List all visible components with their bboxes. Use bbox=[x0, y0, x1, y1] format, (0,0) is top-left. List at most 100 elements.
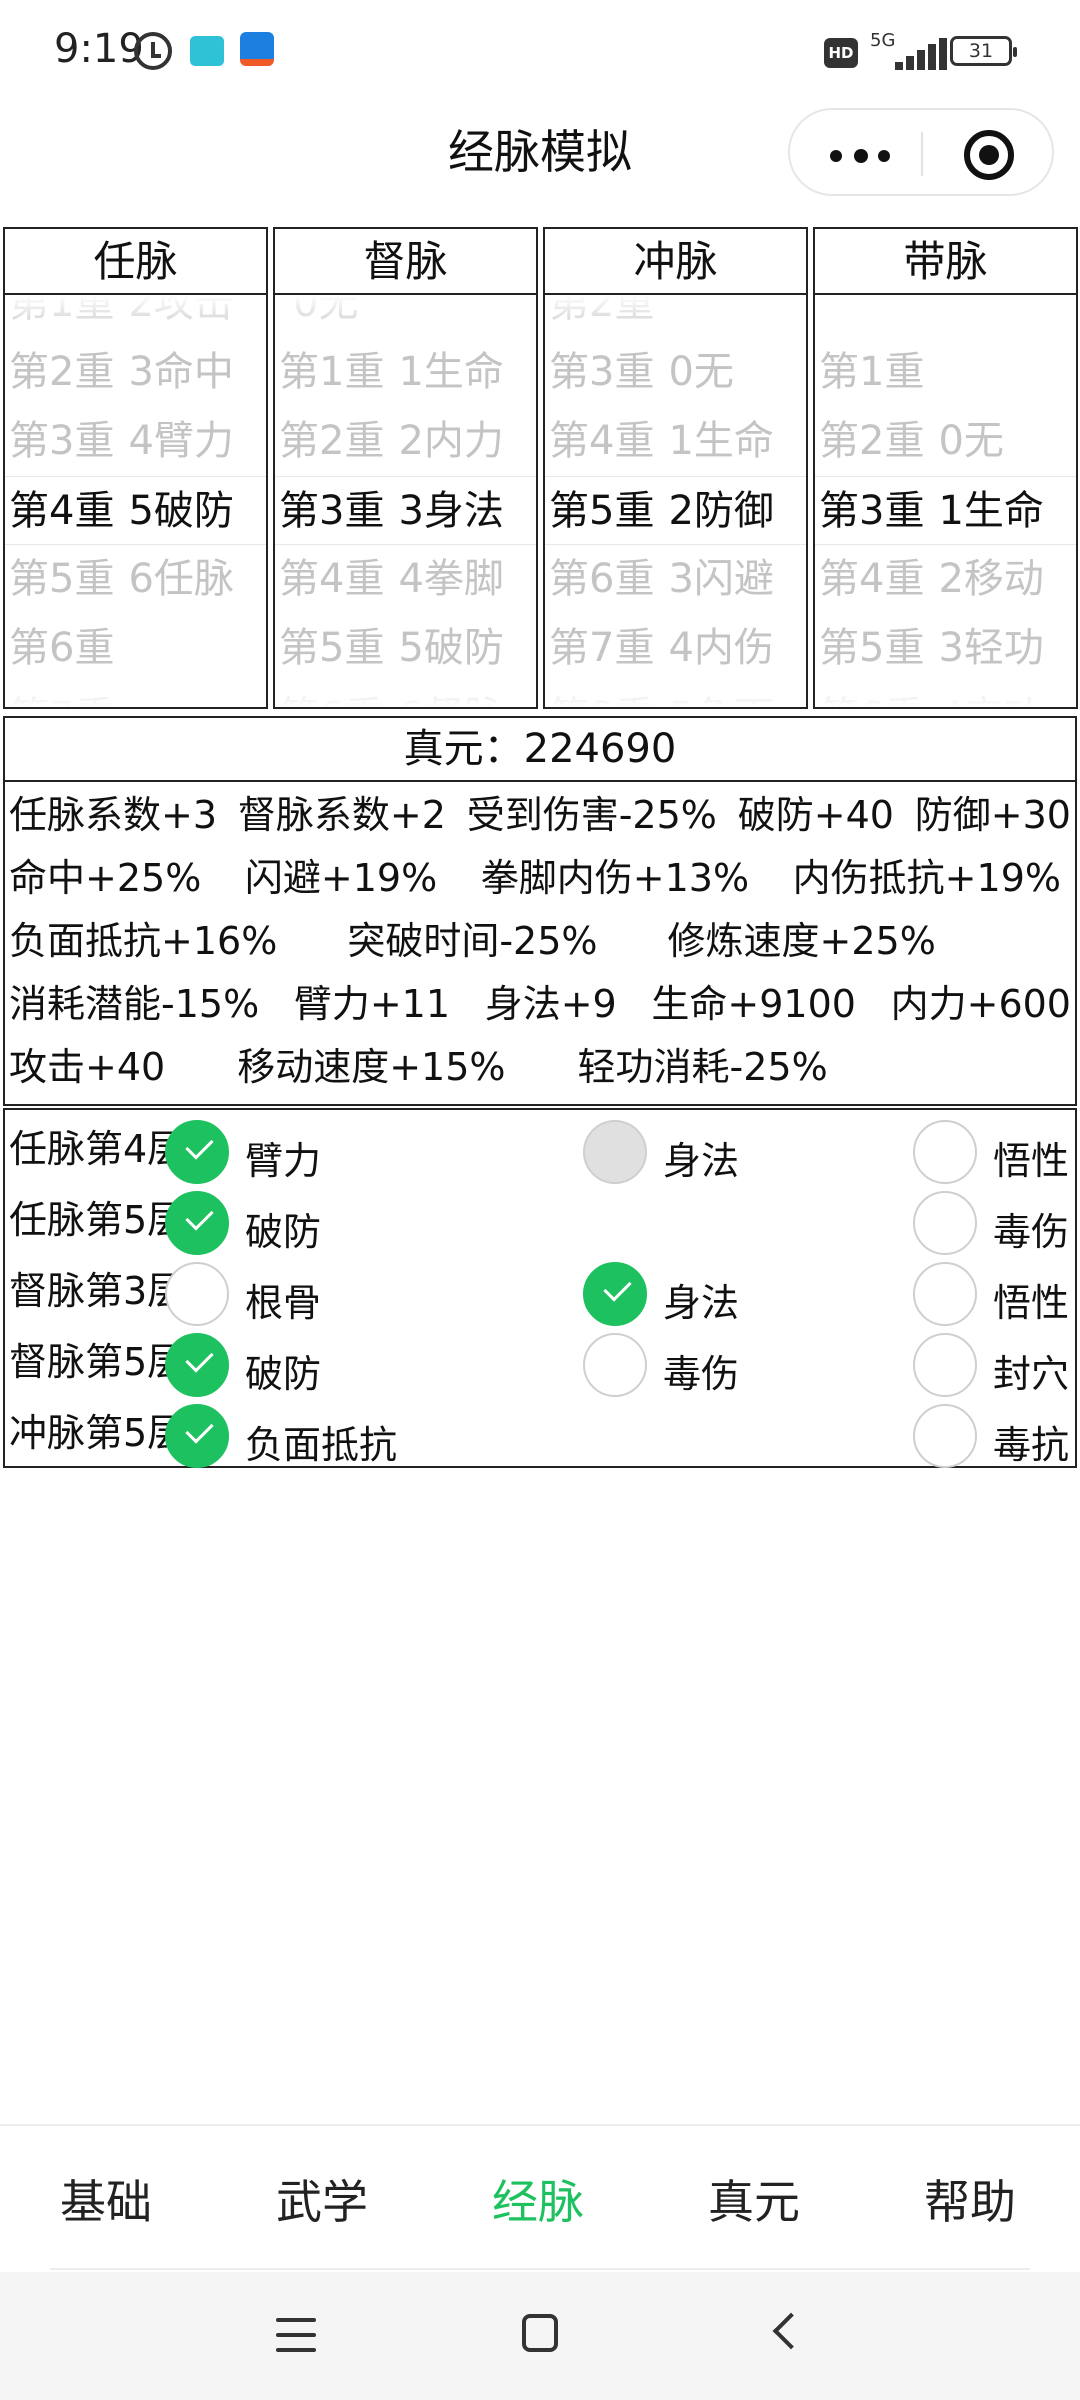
row-value: 5破防 bbox=[398, 625, 504, 671]
tab-item[interactable]: 武学 bbox=[276, 2166, 368, 2232]
clock: 9:19 bbox=[54, 26, 144, 72]
picker-row[interactable]: 第4重 2移动 bbox=[815, 545, 1076, 614]
picker-title: 任脉 bbox=[5, 229, 266, 295]
checked-circle-icon[interactable] bbox=[165, 1120, 229, 1184]
option-choice-label: 身法 bbox=[663, 1139, 740, 1183]
picker-row[interactable]: 第6重 3闪避 bbox=[545, 545, 806, 614]
picker-title: 冲脉 bbox=[545, 229, 806, 295]
option-row: 督脉第5层： 破防 毒伤 封穴 bbox=[5, 1325, 1075, 1397]
option-row: 任脉第5层： 破防 毒伤 bbox=[5, 1183, 1075, 1255]
bottom-tab-bar: 基础 武学 经脉 真元 帮助 bbox=[0, 2124, 1080, 2272]
row-value: 0无 bbox=[938, 418, 1004, 464]
message-app-icon bbox=[190, 36, 224, 66]
picker-row[interactable]: 第2重 2内力 bbox=[275, 407, 536, 476]
more-icon[interactable] bbox=[830, 149, 890, 163]
unchecked-circle-icon[interactable] bbox=[913, 1262, 977, 1326]
picker-row[interactable]: 第3重 4臂力 bbox=[5, 407, 266, 476]
picker-row[interactable]: 第3重 1生命 bbox=[815, 476, 1076, 545]
picker-renmai[interactable]: 任脉 第1重2攻击第2重3命中第3重4臂力第4重5破防第5重6任脉第6重第7重 bbox=[3, 227, 268, 709]
stat-item: 消耗潜能-15% bbox=[9, 982, 260, 1026]
option-row: 督脉第3层： 根骨 身法 悟性 bbox=[5, 1254, 1075, 1326]
row-level: 第4重 bbox=[9, 488, 115, 534]
tab-item[interactable]: 经脉 bbox=[492, 2166, 584, 2232]
picker-row[interactable]: 第2重 0无 bbox=[815, 407, 1076, 476]
checked-circle-icon[interactable] bbox=[165, 1333, 229, 1397]
row-value: 5破防 bbox=[128, 488, 234, 534]
back-icon[interactable] bbox=[772, 2312, 810, 2350]
system-navigation-bar bbox=[0, 2272, 1080, 2400]
unchecked-circle-icon[interactable] bbox=[913, 1120, 977, 1184]
unchecked-circle-icon[interactable] bbox=[913, 1333, 977, 1397]
home-icon[interactable] bbox=[522, 2314, 558, 2352]
option-choice-label: 毒伤 bbox=[663, 1352, 740, 1396]
option-choice-label: 悟性 bbox=[993, 1281, 1070, 1325]
row-value: 2移动 bbox=[938, 556, 1044, 602]
stat-item: 移动速度+15% bbox=[237, 1045, 506, 1089]
row-value: 2内力 bbox=[398, 418, 504, 464]
row-level: 第4重 bbox=[279, 556, 385, 602]
stat-item: 内伤抵抗+19% bbox=[792, 856, 1061, 900]
picker-options[interactable]: 第1重2攻击第2重3命中第3重4臂力第4重5破防第5重6任脉第6重第7重 bbox=[5, 269, 266, 707]
row-value: 3身法 bbox=[398, 488, 504, 534]
row-value: 4臂力 bbox=[128, 418, 234, 464]
picker-options[interactable]: 第1重第2重0无第3重1生命第4重2移动第5重3轻功第6重4实功 bbox=[815, 269, 1076, 707]
stat-item: 任脉系数+3 bbox=[9, 793, 218, 837]
zhenyuan-total: 真元：224690 bbox=[5, 718, 1075, 782]
row-level: 第3重 bbox=[279, 488, 385, 534]
row-value: 1生命 bbox=[668, 418, 774, 464]
alarm-icon bbox=[134, 32, 172, 70]
stat-line: 消耗潜能-15% 臂力+11 身法+9 生命+9100 内力+600 bbox=[9, 973, 1071, 1036]
picker-row[interactable]: 第4重 5破防 bbox=[5, 476, 266, 545]
picker-row[interactable]: 第4重 4拳脚 bbox=[275, 545, 536, 614]
close-miniprogram-icon[interactable] bbox=[964, 130, 1014, 180]
picker-dumai[interactable]: 督脉 0无第1重1生命第2重2内力第3重3身法第4重4拳脚第5重5破防第6重6督… bbox=[273, 227, 538, 709]
stat-item: 命中+25% bbox=[9, 856, 202, 900]
picker-options[interactable]: 0无第1重1生命第2重2内力第3重3身法第4重4拳脚第5重5破防第6重6督脉 bbox=[275, 269, 536, 707]
picker-row[interactable]: 第5重 2防御 bbox=[545, 476, 806, 545]
row-level: 第4重 bbox=[549, 418, 655, 464]
picker-row[interactable]: 第3重 0无 bbox=[545, 338, 806, 407]
option-choice-label: 身法 bbox=[663, 1281, 740, 1325]
picker-row[interactable]: 第2重 3命中 bbox=[5, 338, 266, 407]
stat-item: 督脉系数+2 bbox=[237, 793, 446, 837]
row-value: 6任脉 bbox=[128, 556, 234, 602]
stat-item: 轻功消耗-25% bbox=[577, 1045, 828, 1089]
unchecked-circle-icon[interactable] bbox=[913, 1404, 977, 1468]
picker-daimai[interactable]: 带脉 第1重第2重0无第3重1生命第4重2移动第5重3轻功第6重4实功 bbox=[813, 227, 1078, 709]
stat-bonus-list: 任脉系数+3 督脉系数+2 受到伤害-25% 破防+40 防御+30 命中+25% 闪避+1… bbox=[5, 782, 1075, 1101]
unchecked-circle-icon[interactable] bbox=[583, 1120, 647, 1184]
picker-row[interactable]: 第4重 1生命 bbox=[545, 407, 806, 476]
unchecked-circle-icon[interactable] bbox=[165, 1262, 229, 1326]
unchecked-circle-icon[interactable] bbox=[913, 1191, 977, 1255]
stat-item: 破防+40 bbox=[737, 793, 894, 837]
picker-row[interactable]: 第5重 6任脉 bbox=[5, 545, 266, 614]
tab-item[interactable]: 基础 bbox=[60, 2166, 152, 2232]
unchecked-circle-icon[interactable] bbox=[583, 1333, 647, 1397]
picker-row[interactable]: 第1重 1生命 bbox=[275, 338, 536, 407]
stat-item: 身法+9 bbox=[484, 982, 617, 1026]
stat-item: 攻击+40 bbox=[9, 1045, 166, 1089]
checked-circle-icon[interactable] bbox=[165, 1404, 229, 1468]
row-level: 第2重 bbox=[9, 349, 115, 395]
picker-row[interactable]: 第3重 3身法 bbox=[275, 476, 536, 545]
tab-item[interactable]: 帮助 bbox=[924, 2166, 1016, 2232]
picker-row[interactable]: 第1重 bbox=[815, 338, 1076, 407]
stat-line: 攻击+40 移动速度+15% 轻功消耗-25% bbox=[9, 1036, 1071, 1099]
menu-icon[interactable] bbox=[276, 2318, 316, 2352]
checked-circle-icon[interactable] bbox=[165, 1191, 229, 1255]
option-choice-label: 封穴 bbox=[993, 1352, 1070, 1396]
picker-chongmai[interactable]: 冲脉 第2重第3重0无第4重1生命第5重2防御第6重3闪避第7重4内伤第8重5负… bbox=[543, 227, 808, 709]
row-value: 3闪避 bbox=[668, 556, 774, 602]
stat-line: 命中+25% 闪避+19% 拳脚内伤+13% 内伤抵抗+19% bbox=[9, 847, 1071, 910]
tab-item[interactable]: 真元 bbox=[708, 2166, 800, 2232]
checked-circle-icon[interactable] bbox=[583, 1262, 647, 1326]
row-level: 第1重 bbox=[819, 349, 925, 395]
layer-options-panel: 任脉第4层： 臂力 身法 悟性 任脉第5层： 破防 毒伤 督脉第3层： 根骨 身法 悟性 督脉第5层：… bbox=[3, 1108, 1077, 1468]
network-type: 5G bbox=[870, 30, 896, 51]
picker-options[interactable]: 第2重第3重0无第4重1生命第5重2防御第6重3闪避第7重4内伤第8重5负面 bbox=[545, 269, 806, 707]
status-bar: 9:19 HD 5G 31 bbox=[0, 0, 1080, 100]
meridian-pickers: 任脉 第1重2攻击第2重3命中第3重4臂力第4重5破防第5重6任脉第6重第7重 … bbox=[3, 227, 1078, 709]
row-level: 第2重 bbox=[819, 418, 925, 464]
stat-item: 突破时间-25% bbox=[347, 919, 598, 963]
stat-item: 臂力+11 bbox=[293, 982, 451, 1026]
